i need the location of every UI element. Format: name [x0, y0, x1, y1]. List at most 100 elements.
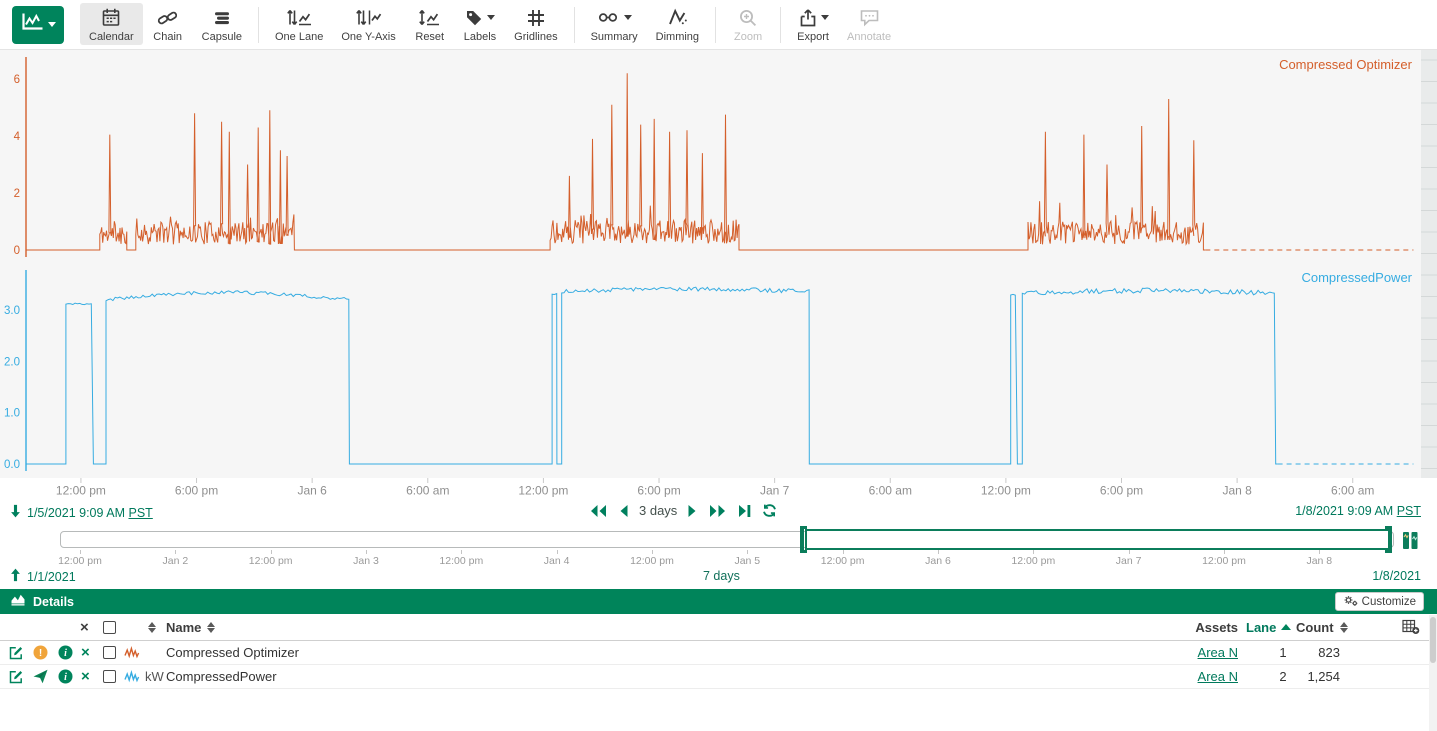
remove-all-icon[interactable]: × — [80, 614, 89, 640]
toolbar-separator — [780, 7, 781, 43]
timebar-right-handle[interactable] — [1385, 526, 1392, 553]
svg-text:6:00 pm: 6:00 pm — [1100, 484, 1143, 498]
gridlines-icon — [526, 7, 546, 29]
svg-text:12:00 pm: 12:00 pm — [56, 484, 106, 498]
svg-text:0: 0 — [14, 245, 20, 257]
reset-button[interactable]: Reset — [405, 3, 455, 45]
capsule-button[interactable]: Capsule — [193, 3, 251, 45]
assets-column-header[interactable]: Assets — [1180, 614, 1238, 640]
remove-item-icon[interactable]: × — [81, 665, 90, 688]
summary-icon — [597, 7, 632, 29]
chain-button[interactable]: Chain — [143, 3, 193, 45]
annotate-icon — [859, 7, 880, 29]
table-row[interactable]: !i×Compressed OptimizerArea N1823 — [0, 641, 1437, 665]
item-asset-link[interactable]: Area N — [1198, 645, 1238, 660]
timebar-label: Jan 8 — [1306, 555, 1332, 567]
investigate-end-text[interactable]: 1/8/2021 — [1372, 569, 1421, 583]
zoom-button: Zoom — [723, 3, 773, 45]
range-end-text: 1/8/2021 9:09 AM — [1295, 504, 1393, 518]
sort-count-icon[interactable] — [1340, 622, 1348, 633]
select-all-checkbox[interactable] — [103, 621, 116, 634]
dimming-icon — [666, 7, 689, 29]
timebar-label: Jan 7 — [1116, 555, 1142, 567]
toolbar-button-label: Dimming — [656, 31, 699, 43]
reset-icon — [418, 7, 441, 29]
svg-text:3.0: 3.0 — [4, 305, 20, 317]
one-y-axis-button[interactable]: One Y-Axis — [332, 3, 404, 45]
details-vertical-scrollbar[interactable] — [1429, 615, 1437, 731]
timebar-tick — [1319, 550, 1320, 554]
edit-item-icon[interactable] — [8, 665, 24, 688]
export-icon — [798, 7, 829, 29]
details-panel-header: Details Customize — [0, 589, 1437, 614]
step-forward-full-icon[interactable] — [709, 504, 727, 518]
toolbar-buttons: CalendarChainCapsule One Lane One Y-Axis Re… — [80, 0, 900, 50]
caret-down-icon — [821, 15, 829, 20]
display-range-end[interactable]: 1/8/2021 9:09 AM PST — [1295, 504, 1421, 518]
range-start-timezone[interactable]: PST — [128, 506, 152, 520]
range-duration[interactable]: 3 days — [639, 503, 677, 518]
timebar-label: Jan 3 — [353, 555, 379, 567]
timebar-left-handle[interactable] — [800, 526, 807, 553]
details-panel-title: Details — [33, 595, 74, 609]
toolbar-button-label: One Y-Axis — [341, 31, 395, 43]
investigate-duration[interactable]: 7 days — [703, 569, 740, 583]
caret-down-icon — [487, 15, 495, 20]
worksheet-view-dropdown-button[interactable] — [12, 6, 64, 44]
refresh-icon[interactable] — [762, 503, 777, 518]
customize-button-label: Customize — [1362, 596, 1416, 608]
info-icon[interactable]: i — [58, 641, 73, 664]
one-lane-button[interactable]: One Lane — [266, 3, 332, 45]
step-forward-half-icon[interactable] — [688, 504, 698, 518]
item-name[interactable]: CompressedPower — [166, 665, 277, 688]
sort-lane-asc-icon[interactable] — [1281, 624, 1291, 630]
details-table-header: × Name Assets Lane Count — [0, 614, 1437, 641]
send-icon[interactable] — [33, 665, 48, 688]
add-column-icon[interactable] — [1402, 614, 1420, 640]
timebar-tick — [366, 550, 367, 554]
timebar-selected-region[interactable] — [805, 529, 1390, 550]
display-range-start[interactable]: 1/5/2021 9:09 AM PST — [10, 504, 153, 521]
svg-text:Jan 8: Jan 8 — [1222, 484, 1252, 498]
labels-button[interactable]: Labels — [455, 3, 505, 45]
timebar-lanes-icon[interactable] — [1401, 530, 1420, 556]
item-name[interactable]: Compressed Optimizer — [166, 641, 299, 664]
remove-item-icon[interactable]: × — [81, 641, 90, 664]
svg-text:i: i — [64, 672, 67, 683]
gridlines-button[interactable]: Gridlines — [505, 3, 566, 45]
sort-name-icon[interactable] — [207, 622, 215, 633]
range-end-timezone[interactable]: PST — [1397, 504, 1421, 518]
name-column-header[interactable]: Name — [166, 614, 201, 640]
one-y-axis-icon — [355, 7, 382, 29]
investigate-start[interactable]: 1/1/2021 — [10, 568, 76, 585]
info-icon[interactable]: i — [58, 665, 73, 688]
edit-item-icon[interactable] — [8, 641, 24, 664]
count-column-header[interactable]: Count — [1296, 614, 1334, 640]
toolbar-button-label: Annotate — [847, 31, 891, 43]
calendar-button[interactable]: Calendar — [80, 3, 143, 45]
item-checkbox[interactable] — [103, 641, 116, 664]
table-row[interactable]: i×kWCompressedPowerArea N21,254 — [0, 665, 1437, 689]
item-asset-link[interactable]: Area N — [1198, 669, 1238, 684]
trend-chart[interactable]: 12:00 pm6:00 pmJan 66:00 am12:00 pm6:00 … — [0, 50, 1437, 499]
sort-type-icon[interactable] — [148, 622, 156, 633]
customize-button[interactable]: Customize — [1335, 592, 1424, 611]
item-unit: kW — [145, 665, 164, 688]
step-back-full-icon[interactable] — [589, 504, 607, 518]
timebar-label: 12:00 pm — [58, 555, 102, 567]
item-checkbox[interactable] — [103, 665, 116, 688]
lane-1-label[interactable]: Compressed Optimizer — [1279, 57, 1413, 72]
signal-orange-icon — [124, 641, 141, 664]
warning-icon[interactable]: ! — [33, 641, 48, 664]
lane-2-label[interactable]: CompressedPower — [1301, 270, 1412, 285]
chart-right-scrollbar[interactable] — [1421, 50, 1437, 478]
svg-text:!: ! — [39, 648, 42, 659]
export-button[interactable]: Export — [788, 3, 838, 45]
summary-button[interactable]: Summary — [582, 3, 647, 45]
toolbar-separator — [574, 7, 575, 43]
step-back-half-icon[interactable] — [618, 504, 628, 518]
step-to-end-icon[interactable] — [738, 504, 751, 518]
lane-column-header[interactable]: Lane — [1246, 614, 1276, 640]
dimming-button[interactable]: Dimming — [647, 3, 708, 45]
caret-down-icon — [624, 15, 632, 20]
